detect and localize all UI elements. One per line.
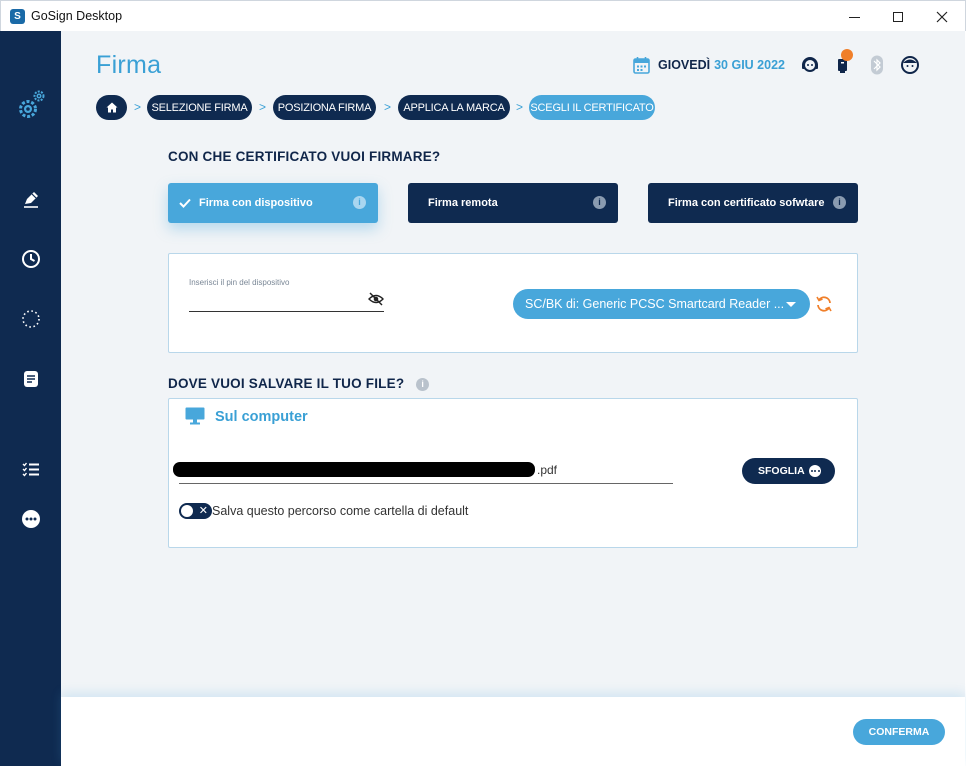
- option-firma-con-dispositivo[interactable]: Firma con dispositivo i: [168, 183, 378, 223]
- footer-bar: CONFERMA: [61, 697, 965, 766]
- info-icon[interactable]: i: [593, 196, 606, 209]
- date-value: 30 GIU 2022: [714, 58, 785, 72]
- document-icon: [23, 371, 38, 387]
- sidebar-item-processes[interactable]: [0, 304, 61, 334]
- check-icon: [179, 198, 191, 208]
- date-display: GIOVEDÌ 30 GIU 2022: [633, 55, 785, 75]
- breadcrumb-home[interactable]: [96, 95, 127, 120]
- confirm-button[interactable]: CONFERMA: [853, 719, 945, 745]
- notifications-button[interactable]: [833, 49, 855, 76]
- window-title: GoSign Desktop: [31, 9, 123, 23]
- user-avatar-icon: [901, 56, 919, 74]
- toggle-off-icon: ✕: [198, 505, 208, 517]
- breadcrumb-posiziona-firma[interactable]: POSIZIONA FIRMA: [273, 95, 376, 120]
- breadcrumb-separator: >: [516, 100, 524, 114]
- page-title: Firma: [96, 51, 162, 79]
- settings-gear-icon: [18, 90, 44, 118]
- history-clock-icon: [21, 250, 40, 268]
- loading-dots-circle-icon: [21, 310, 40, 328]
- eye-slash-icon: [368, 292, 384, 306]
- browse-button[interactable]: SFOGLIA: [742, 458, 835, 484]
- info-icon[interactable]: i: [416, 377, 430, 391]
- default-folder-toggle-label: Salva questo percorso come cartella di d…: [212, 504, 469, 518]
- refresh-readers-button[interactable]: [815, 295, 833, 313]
- sign-pen-icon: [23, 192, 38, 208]
- checklist-icon: [22, 462, 39, 477]
- date-day: GIOVEDÌ: [658, 58, 711, 72]
- breadcrumb-separator: >: [134, 100, 142, 114]
- browse-button-label: SFOGLIA: [758, 465, 805, 477]
- info-icon[interactable]: i: [353, 196, 366, 209]
- gosign-app-icon: S: [10, 9, 25, 24]
- close-icon: [936, 11, 948, 22]
- option-firma-con-certificato-software[interactable]: Firma con certificato sofwtare i: [648, 183, 858, 223]
- support-headset-icon: [802, 57, 818, 72]
- smartcard-reader-value: SC/BK di: Generic PCSC Smartcard Reader …: [525, 297, 785, 311]
- sidebar-item-more[interactable]: [0, 504, 61, 534]
- close-button[interactable]: [919, 1, 965, 32]
- user-profile-button[interactable]: [899, 54, 921, 76]
- file-extension: .pdf: [537, 463, 558, 477]
- save-question-text: DOVE VUOI SALVARE IL TUO FILE?: [168, 376, 405, 391]
- breadcrumb-scegli-il-certificato[interactable]: SCEGLI IL CERTIFICATO: [529, 95, 655, 120]
- desktop-computer-icon: [185, 407, 205, 425]
- pin-field-label: Inserisci il pin del dispositivo: [189, 278, 290, 287]
- pin-input-underline: [189, 311, 384, 312]
- main-content: Firma GIOVEDÌ 30 GIU 2022 > SELEZIONE FI…: [61, 31, 965, 697]
- bluetooth-button[interactable]: [866, 54, 888, 76]
- refresh-icon: [816, 296, 832, 312]
- window-title-bar: S GoSign Desktop: [0, 0, 966, 31]
- sidebar-item-history[interactable]: [0, 244, 61, 274]
- notification-badge: [841, 49, 853, 61]
- more-dots-icon: [809, 465, 821, 477]
- smartcard-reader-select[interactable]: SC/BK di: Generic PCSC Smartcard Reader …: [513, 289, 810, 319]
- toggle-pin-visibility-button[interactable]: [368, 292, 384, 306]
- file-path-input[interactable]: .pdf: [173, 459, 673, 483]
- breadcrumb-separator: >: [259, 100, 267, 114]
- sidebar-item-tasks[interactable]: [0, 454, 61, 484]
- file-path-underline: [179, 483, 673, 484]
- sidebar-item-settings[interactable]: [0, 89, 61, 123]
- save-location-panel: Sul computer .pdf SFOGLIA ✕ Salva questo…: [168, 398, 858, 548]
- home-icon: [106, 102, 117, 113]
- breadcrumb-applica-la-marca[interactable]: APPLICA LA MARCA: [398, 95, 510, 120]
- certificate-question: CON CHE CERTIFICATO VUOI FIRMARE?: [168, 149, 441, 164]
- toggle-knob: [181, 505, 193, 517]
- more-dots-icon: [21, 510, 40, 528]
- minimize-icon: [848, 17, 860, 18]
- support-button[interactable]: [799, 54, 821, 76]
- bluetooth-icon: [871, 55, 883, 75]
- chevron-down-icon: [786, 302, 796, 307]
- option-firma-remota[interactable]: Firma remota i: [408, 183, 618, 223]
- sidebar: [0, 31, 61, 766]
- save-question: DOVE VUOI SALVARE IL TUO FILE? i: [168, 376, 430, 391]
- redacted-file-path: [173, 462, 535, 477]
- calendar-icon: [633, 57, 650, 74]
- default-folder-toggle[interactable]: ✕: [179, 503, 212, 519]
- option-label: Firma con certificato sofwtare: [668, 197, 825, 209]
- option-label: Firma remota: [428, 197, 498, 209]
- info-icon[interactable]: i: [833, 196, 846, 209]
- breadcrumb-separator: >: [384, 100, 392, 114]
- sidebar-item-documents[interactable]: [0, 364, 61, 394]
- minimize-button[interactable]: [831, 1, 877, 32]
- maximize-button[interactable]: [875, 1, 921, 32]
- device-panel: Inserisci il pin del dispositivo SC/BK d…: [168, 253, 858, 353]
- sidebar-item-sign[interactable]: [0, 184, 61, 214]
- option-label: Firma con dispositivo: [199, 197, 313, 209]
- maximize-icon: [893, 11, 903, 22]
- pin-input[interactable]: [189, 290, 384, 310]
- save-location-title: Sul computer: [215, 409, 308, 425]
- breadcrumb-selezione-firma[interactable]: SELEZIONE FIRMA: [147, 95, 252, 120]
